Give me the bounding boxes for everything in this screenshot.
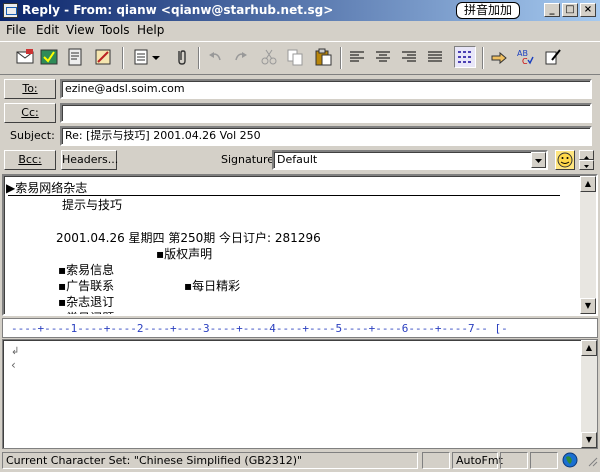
menu-edit[interactable]: Edit xyxy=(36,23,59,37)
paragraph-mark-icon: ↲ xyxy=(11,346,20,357)
smiley-icon[interactable] xyxy=(555,150,575,170)
chevron-down-icon[interactable] xyxy=(531,152,546,168)
editor-scrollbar[interactable]: ▲ ▼ xyxy=(581,340,597,448)
subject-field[interactable]: Re: [提示与技巧] 2001.04.26 Vol 250 xyxy=(60,126,592,146)
status-cell-blank xyxy=(422,452,450,469)
resize-grip-icon[interactable] xyxy=(584,452,598,469)
align-center-icon[interactable] xyxy=(372,46,394,68)
body-line-title: ▶索易网络杂志 xyxy=(6,181,88,195)
close-button[interactable]: × xyxy=(580,3,596,17)
body-line-heading: 提示与技巧 xyxy=(62,198,123,212)
to-field[interactable]: ezine@adsl.soim.com xyxy=(60,79,592,99)
autofmt-status[interactable]: AutoFmt xyxy=(452,452,503,469)
attach-icon[interactable] xyxy=(170,46,192,68)
cursor-mark-icon: ‹ xyxy=(11,358,16,372)
message-body[interactable]: ▶索易网络杂志 提示与技巧 2001.04.26 星期四 第250期 今日订户:… xyxy=(2,174,598,316)
insert-file-icon[interactable] xyxy=(130,46,152,68)
window-title: Reply - From: qianw <qianw@starhub.net.s… xyxy=(22,3,334,17)
bcc-label: Bcc: xyxy=(18,153,42,166)
table-icon[interactable] xyxy=(454,46,476,68)
menu-bar: File Edit View Tools Help xyxy=(0,21,600,40)
scroll-down-icon[interactable]: ▼ xyxy=(581,432,597,448)
cc-field[interactable] xyxy=(60,103,592,123)
spell-check-icon[interactable]: AB C xyxy=(514,46,536,68)
edit-signature-icon[interactable] xyxy=(542,46,564,68)
menu-tools[interactable]: Tools xyxy=(100,23,130,37)
app-icon[interactable] xyxy=(3,3,18,18)
ruler-scale: ----+----1----+----2----+----3----+----4… xyxy=(11,322,508,335)
body-line-info: ▪索易信息 xyxy=(58,263,115,277)
spin-up-icon[interactable] xyxy=(579,150,594,160)
maximize-button[interactable]: □ xyxy=(562,3,578,17)
status-cell-blank-2 xyxy=(500,452,528,469)
body-line-ads: ▪广告联系 xyxy=(58,279,115,293)
subject-label: Subject: xyxy=(10,129,55,142)
align-right-icon[interactable] xyxy=(398,46,420,68)
bookmark-icon[interactable] xyxy=(488,46,510,68)
menu-help[interactable]: Help xyxy=(137,23,164,37)
spin-down-icon[interactable] xyxy=(579,160,594,170)
bcc-button[interactable]: Bcc: xyxy=(4,150,56,170)
dropdown-arrow-icon[interactable] xyxy=(150,46,162,68)
ruler[interactable]: ----+----1----+----2----+----3----+----4… xyxy=(2,318,598,338)
title-bar[interactable]: Reply - From: qianw <qianw@starhub.net.s… xyxy=(0,0,600,21)
globe-icon[interactable] xyxy=(562,452,580,469)
copy-icon[interactable] xyxy=(284,46,306,68)
notepad-icon[interactable] xyxy=(92,46,114,68)
cut-icon[interactable] xyxy=(258,46,280,68)
status-cell-blank-3 xyxy=(530,452,558,469)
scroll-down-icon[interactable]: ▼ xyxy=(580,298,596,314)
svg-text:C: C xyxy=(522,57,528,66)
signature-value: Default xyxy=(277,153,318,166)
body-line-daily: ▪每日精彩 xyxy=(184,279,241,293)
justify-icon[interactable] xyxy=(424,46,446,68)
ime-indicator[interactable]: 拼音加加 xyxy=(456,2,520,19)
body-line-date: 2001.04.26 星期四 第250期 今日订户: 281296 xyxy=(56,231,321,245)
menu-file[interactable]: File xyxy=(6,23,26,37)
body-line-copyright: ▪版权声明 xyxy=(156,247,213,261)
toolbar: AB C xyxy=(0,41,600,75)
charset-status: Current Character Set: "Chinese Simplifi… xyxy=(2,452,418,469)
signature-label: Signature: xyxy=(221,153,278,166)
to-label: To: xyxy=(22,82,38,95)
check-names-icon[interactable] xyxy=(38,46,60,68)
paste-icon[interactable] xyxy=(312,46,334,68)
undo-icon[interactable] xyxy=(204,46,226,68)
scroll-up-icon[interactable]: ▲ xyxy=(580,176,596,192)
cc-label: Cc: xyxy=(21,106,39,119)
minimize-button[interactable]: _ xyxy=(544,3,560,17)
menu-view[interactable]: View xyxy=(66,23,94,37)
address-book-icon[interactable] xyxy=(64,46,86,68)
scroll-up-icon[interactable]: ▲ xyxy=(581,340,597,356)
align-left-icon[interactable] xyxy=(346,46,368,68)
body-line-unsubscribe: ▪杂志退订 xyxy=(58,295,115,309)
compose-editor[interactable]: ↲ ‹ ▲ ▼ xyxy=(2,339,598,449)
cc-button[interactable]: Cc: xyxy=(4,103,56,123)
body-line-faq: ▪常见问题 xyxy=(58,309,114,314)
body-scrollbar[interactable]: ▲ ▼ xyxy=(580,176,596,314)
send-icon[interactable] xyxy=(14,46,36,68)
status-bar: Current Character Set: "Chinese Simplifi… xyxy=(0,451,600,470)
signature-select[interactable]: Default xyxy=(272,150,548,170)
headers-button[interactable]: Headers... xyxy=(61,150,118,170)
redo-icon[interactable] xyxy=(230,46,252,68)
to-button[interactable]: To: xyxy=(4,79,56,99)
